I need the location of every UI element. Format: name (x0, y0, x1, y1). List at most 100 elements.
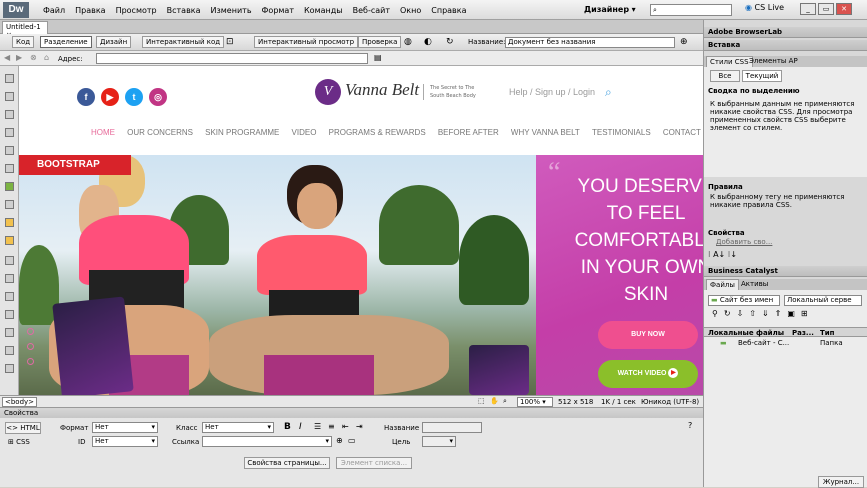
buy-now-button[interactable]: BUY NOW (598, 321, 698, 349)
hand-tool-icon[interactable]: ✋ (490, 397, 499, 405)
instagram-icon[interactable]: ◎ (149, 88, 167, 106)
outdent-code-icon[interactable] (5, 364, 14, 373)
title-input[interactable]: Документ без названия (505, 37, 675, 48)
ordered-list-icon[interactable]: ≡ (328, 422, 335, 431)
highlight-invalid-icon[interactable] (5, 200, 14, 209)
collapse-tag-icon[interactable] (5, 92, 14, 101)
back-icon[interactable]: ◀ (4, 53, 10, 62)
tag-selector[interactable]: <body> (2, 397, 38, 407)
class-select[interactable]: Нет ▾ (202, 422, 274, 433)
menu-site[interactable]: Веб-сайт (348, 6, 395, 15)
info-bar-icon[interactable] (5, 236, 14, 245)
css-mode-button[interactable]: ⊞ CSS (8, 438, 30, 446)
italic-button[interactable]: I (299, 422, 302, 432)
select-tool-icon[interactable]: ⬚ (478, 397, 485, 405)
menu-format[interactable]: Формат (257, 6, 299, 15)
select-parent-tag-icon[interactable] (5, 146, 14, 155)
nav-home[interactable]: HOME (91, 128, 115, 137)
live-code-button[interactable]: Интерактивный код (142, 36, 225, 48)
search-input[interactable]: ⌕ (650, 4, 732, 16)
nav-why-vanna-belt[interactable]: WHY VANNA BELT (511, 128, 580, 137)
slider-dot-1[interactable] (27, 328, 34, 335)
syntax-error-icon[interactable] (5, 218, 14, 227)
site-select[interactable]: ▬ Сайт без имен (708, 295, 780, 306)
browserlab-panel-header[interactable]: Adobe BrowserLab (704, 27, 867, 38)
cs-live-button[interactable]: ◉ CS Live (745, 3, 784, 12)
slider-dot-3[interactable] (27, 358, 34, 365)
nav-before-after[interactable]: BEFORE AFTER (438, 128, 499, 137)
menu-help[interactable]: Справка (426, 6, 471, 15)
name-input[interactable] (422, 422, 482, 433)
link-input[interactable]: ▾ (202, 436, 332, 447)
properties-header[interactable]: Свойства (0, 408, 703, 418)
design-view-button[interactable]: Дизайн (96, 36, 132, 48)
nav-testimonials[interactable]: TESTIMONIALS (592, 128, 651, 137)
apply-comment-icon[interactable] (5, 256, 14, 265)
watch-video-button[interactable]: WATCH VIDEO ▶ (598, 360, 698, 388)
format-select[interactable]: Нет ▾ (92, 422, 158, 433)
point-to-file-icon[interactable]: ⊕ (336, 436, 343, 445)
close-button[interactable]: ✕ (836, 3, 852, 15)
col-type[interactable]: Тип (820, 329, 835, 337)
file-management-icon[interactable]: ⊕ (680, 37, 688, 47)
indent-icon[interactable]: ⇥ (356, 422, 363, 431)
id-select[interactable]: Нет ▾ (92, 436, 158, 447)
current-mode-button[interactable]: Текущий (742, 70, 782, 82)
address-options-icon[interactable]: ▤ (374, 53, 382, 62)
twitter-icon[interactable]: t (125, 88, 143, 106)
line-numbers-icon[interactable] (5, 182, 14, 191)
target-select[interactable]: ▾ (422, 436, 456, 447)
files-table-row[interactable]: ▬ Веб-сайт - С... Папка (704, 338, 867, 348)
stop-icon[interactable]: ⊗ (30, 53, 37, 62)
html-mode-button[interactable]: <> HTML (5, 422, 41, 434)
nav-contact[interactable]: CONTACT (663, 128, 701, 137)
menu-modify[interactable]: Изменить (206, 6, 257, 15)
check-page-icon[interactable]: ◐ (424, 37, 432, 47)
insert-panel-header[interactable]: Вставка (704, 40, 867, 51)
bold-button[interactable]: B (284, 422, 291, 432)
tab-ap-elements[interactable]: Элементы AP (746, 56, 801, 67)
menu-edit[interactable]: Правка (70, 6, 110, 15)
split-view-button[interactable]: Разделение (40, 36, 92, 48)
menu-view[interactable]: Просмотр (111, 6, 162, 15)
nav-programs-rewards[interactable]: PROGRAMS & REWARDS (329, 128, 426, 137)
log-button[interactable]: Журнал... (818, 476, 864, 488)
recent-snippets-icon[interactable] (5, 310, 14, 319)
nav-our-concerns[interactable]: OUR CONCERNS (127, 128, 193, 137)
tab-untitled-1[interactable]: Untitled-1 × (2, 21, 48, 39)
inspect-button[interactable]: Проверка (358, 36, 402, 48)
help-icon[interactable]: ? (688, 421, 692, 430)
col-size[interactable]: Раз... (792, 329, 814, 337)
search-icon[interactable]: ⌕ (605, 85, 612, 100)
css-panel-toolbar[interactable]: ⁝ A↓ ⁝↓ (708, 251, 737, 259)
business-catalyst-header[interactable]: Business Catalyst (704, 266, 867, 277)
live-view-button[interactable]: Интерактивный просмотр (254, 36, 359, 48)
page-properties-button[interactable]: Свойства страницы... (244, 457, 330, 469)
indent-code-icon[interactable] (5, 346, 14, 355)
open-documents-icon[interactable] (5, 74, 14, 83)
menu-window[interactable]: Окно (395, 6, 426, 15)
list-item-button[interactable]: Элемент списка... (336, 457, 412, 469)
forward-icon[interactable]: ▶ (16, 53, 22, 62)
inspect-browser-icon[interactable]: ⊡ (226, 37, 234, 47)
zoom-tool-icon[interactable]: ⌕ (503, 397, 507, 406)
address-input[interactable] (96, 53, 368, 64)
youtube-icon[interactable]: ▶ (101, 88, 119, 106)
expand-all-icon[interactable] (5, 128, 14, 137)
account-links[interactable]: Help / Sign up / Login (509, 87, 595, 97)
view-select[interactable]: Локальный серве (784, 295, 862, 306)
collapse-selection-icon[interactable] (5, 110, 14, 119)
facebook-icon[interactable]: f (77, 88, 95, 106)
maximize-button[interactable]: ▭ (818, 3, 834, 15)
home-icon[interactable]: ⌂ (44, 53, 49, 62)
workspace-switcher[interactable]: Дизайнер ▾ (584, 5, 636, 14)
add-property-link[interactable]: Добавить сво... (716, 238, 772, 246)
window-size[interactable]: 512 x 518 (558, 398, 593, 406)
remove-comment-icon[interactable] (5, 274, 14, 283)
menu-insert[interactable]: Вставка (162, 6, 206, 15)
tab-assets[interactable]: Активы (738, 279, 771, 290)
outdent-icon[interactable]: ⇤ (342, 422, 349, 431)
design-canvas[interactable]: f ▶ t ◎ V Vanna Belt The Secret to The S… (19, 66, 703, 395)
menu-commands[interactable]: Команды (299, 6, 348, 15)
wrap-tag-icon[interactable] (5, 292, 14, 301)
